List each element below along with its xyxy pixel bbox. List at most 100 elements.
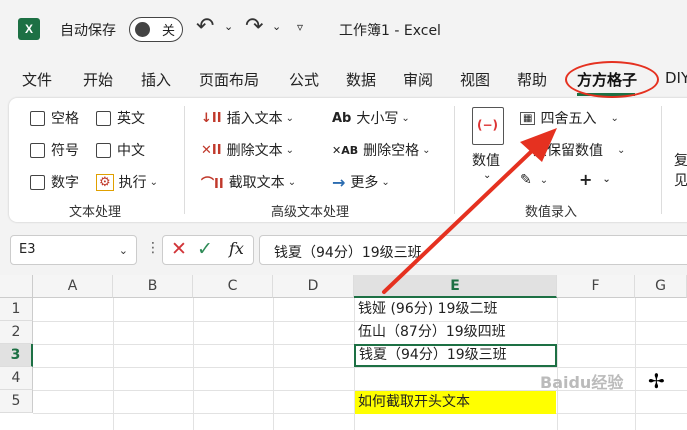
watermark: Baidu经验 xyxy=(540,373,624,392)
gridline xyxy=(635,298,636,430)
edit-tools-button[interactable]: ✎ ⌄ xyxy=(520,172,548,188)
chevron-down-icon: ⌄ xyxy=(381,176,390,188)
checkbox-space[interactable]: 空格 xyxy=(30,108,79,128)
more-button[interactable]: → 更多 ⌄ xyxy=(332,172,390,192)
delete-text-button[interactable]: ✕II 删除文本 ⌄ xyxy=(201,140,294,160)
delete-spaces-button[interactable]: ✕AB 删除空格 ⌄ xyxy=(332,140,431,160)
group-separator xyxy=(184,106,185,214)
gridline xyxy=(193,298,194,430)
row-header-3[interactable]: 3 xyxy=(0,344,33,367)
checkbox-icon xyxy=(30,174,45,190)
checkbox-english[interactable]: 英文 xyxy=(96,108,145,128)
tab-file[interactable]: 文件 xyxy=(22,69,52,90)
column-header-f[interactable]: F xyxy=(557,275,635,298)
insert-function-icon[interactable]: fx xyxy=(229,239,244,258)
numeric-value-icon[interactable]: (−) xyxy=(472,107,504,145)
arrow-right-icon: → xyxy=(332,172,346,192)
excel-logo-icon: X xyxy=(18,18,40,40)
more-options-icon[interactable]: ⋮ xyxy=(146,240,160,256)
tab-data[interactable]: 数据 xyxy=(346,69,376,90)
keep-values-only-button[interactable]: 只保留数值 ⌄ xyxy=(533,140,625,160)
delete-spaces-icon: ✕AB xyxy=(332,143,359,157)
worksheet-grid: A B C D E F G 1 2 3 4 5 钱娅 (96分) 19级二班 伍… xyxy=(0,275,687,430)
round-button[interactable]: ▦ 四舍五入 ⌄ xyxy=(520,108,619,128)
cell-e2[interactable]: 伍山（87分）19级四班 xyxy=(355,321,506,344)
undo-dropdown-icon[interactable]: ⌄ xyxy=(224,20,233,33)
cancel-icon[interactable]: ✕ xyxy=(171,238,187,260)
case-icon: Ab xyxy=(332,110,352,126)
group-separator xyxy=(454,106,455,214)
chevron-down-icon: ⌄ xyxy=(539,174,549,186)
round-icon: ▦ xyxy=(520,111,536,125)
group-label-advanced-text: 高级文本处理 xyxy=(271,205,350,220)
annotation-circle xyxy=(565,61,659,98)
row-header-4[interactable]: 4 xyxy=(0,367,33,390)
cell-e5[interactable]: 如何截取开头文本 xyxy=(355,391,556,414)
case-button[interactable]: Ab 大小写 ⌄ xyxy=(332,108,410,128)
chevron-down-icon: ⌄ xyxy=(149,176,159,188)
extract-text-button[interactable]: ⌒II 截取文本 ⌄ xyxy=(201,172,296,192)
insert-text-button[interactable]: ↓II 插入文本 ⌄ xyxy=(201,108,294,128)
toggle-state-label: 关 xyxy=(162,24,176,39)
undo-icon[interactable]: ↶ xyxy=(196,14,214,39)
redo-icon[interactable]: ↷ xyxy=(245,14,263,39)
tab-home[interactable]: 开始 xyxy=(83,69,113,90)
formula-input[interactable]: 钱夏（94分）19级三班 xyxy=(259,235,687,265)
chevron-down-icon: ⌄ xyxy=(285,144,294,156)
column-header-d[interactable]: D xyxy=(273,275,354,298)
cell-e3[interactable]: 钱夏（94分）19级三班 xyxy=(354,344,557,367)
formula-bar: E3 ⌄ ⋮ ✕ ✓ fx 钱夏（94分）19级三班 xyxy=(0,230,687,270)
row-header-1[interactable]: 1 xyxy=(0,298,33,321)
column-header-a[interactable]: A xyxy=(33,275,113,298)
checkbox-chinese[interactable]: 中文 xyxy=(96,140,145,160)
checkbox-icon xyxy=(30,110,45,126)
insert-plus-button[interactable]: + ⌄ xyxy=(579,170,611,189)
checkbox-icon xyxy=(96,110,111,126)
autosave-label: 自动保存 xyxy=(60,23,116,39)
checkbox-icon xyxy=(30,142,45,158)
tab-formulas[interactable]: 公式 xyxy=(289,69,319,90)
chevron-down-icon: ⌄ xyxy=(401,112,410,124)
autosave-toggle[interactable]: 关 xyxy=(129,17,183,42)
numeric-value-button[interactable]: 数值 xyxy=(472,150,500,170)
checkbox-symbol[interactable]: 符号 xyxy=(30,140,79,160)
insert-text-icon: ↓II xyxy=(201,110,222,126)
chevron-down-icon[interactable]: ⌄ xyxy=(483,170,491,181)
document-title: 工作簿1 - Excel xyxy=(339,23,441,39)
next-group-partial-label-2[interactable]: 见 xyxy=(674,170,687,190)
group-label-numeric-entry: 数值录入 xyxy=(525,205,578,220)
row-header-5[interactable]: 5 xyxy=(0,390,33,413)
next-group-partial-label[interactable]: 复 xyxy=(674,150,687,170)
column-header-c[interactable]: C xyxy=(193,275,273,298)
tab-diy[interactable]: DIY xyxy=(665,69,687,87)
row-header-2[interactable]: 2 xyxy=(0,321,33,344)
tab-help[interactable]: 帮助 xyxy=(517,69,547,90)
column-header-g[interactable]: G xyxy=(635,275,687,298)
chevron-down-icon: ⌄ xyxy=(422,144,431,156)
cell-e1[interactable]: 钱娅 (96分) 19级二班 xyxy=(355,298,497,321)
tab-review[interactable]: 审阅 xyxy=(403,69,433,90)
gridline xyxy=(557,298,558,430)
column-header-e[interactable]: E xyxy=(354,275,557,298)
redo-dropdown-icon[interactable]: ⌄ xyxy=(272,20,281,33)
execute-button[interactable]: ⚙ 执行 ⌄ xyxy=(96,172,158,192)
column-header-b[interactable]: B xyxy=(113,275,193,298)
toggle-knob xyxy=(135,22,150,37)
checkbox-number[interactable]: 数字 xyxy=(30,172,79,192)
formula-buttons: ✕ ✓ fx xyxy=(162,235,254,265)
edit-icon: ✎ xyxy=(520,172,532,188)
gridline xyxy=(113,298,114,430)
ribbon-panel: 空格 英文 符号 中文 数字 ⚙ 执行 ⌄ 文本处理 ↓II 插入文本 ⌄ ✕II 删除文… xyxy=(9,98,687,222)
tab-view[interactable]: 视图 xyxy=(460,69,490,90)
gridline xyxy=(273,298,274,430)
execute-icon: ⚙ xyxy=(96,173,114,191)
enter-icon[interactable]: ✓ xyxy=(197,238,213,260)
tab-page-layout[interactable]: 页面布局 xyxy=(199,69,259,90)
chevron-down-icon: ⌄ xyxy=(118,244,128,257)
tab-insert[interactable]: 插入 xyxy=(141,69,171,90)
chevron-down-icon: ⌄ xyxy=(285,112,294,124)
name-box[interactable]: E3 ⌄ xyxy=(10,235,137,265)
title-bar: X 自动保存 关 ↶ ⌄ ↷ ⌄ ▿ 工作簿1 - Excel xyxy=(0,0,687,58)
select-all-corner[interactable] xyxy=(0,275,33,298)
customize-qat-icon[interactable]: ▿ xyxy=(297,20,303,34)
